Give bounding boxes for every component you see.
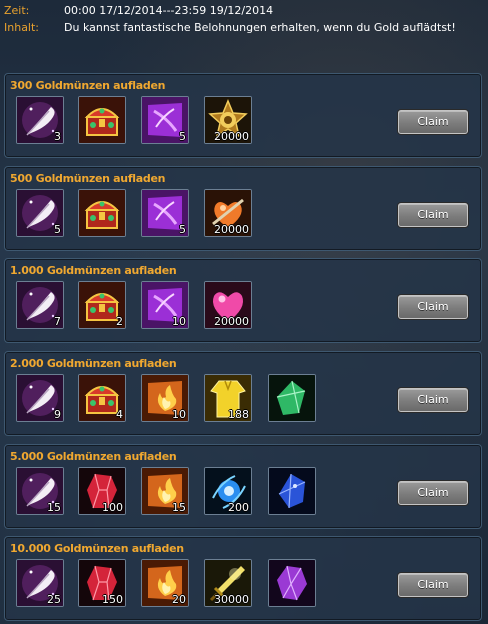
- item-quantity: 15: [47, 501, 61, 514]
- tier-title: 1.000 Goldmünzen aufladen: [10, 264, 177, 277]
- item-quantity: 188: [228, 408, 249, 421]
- tier-title: 2.000 Goldmünzen aufladen: [10, 357, 177, 370]
- reward-item-slot[interactable]: 20000: [204, 96, 252, 144]
- item-quantity: 9: [54, 408, 61, 421]
- reward-item-slot[interactable]: 20: [141, 559, 189, 607]
- reward-item-slot[interactable]: 30000: [204, 559, 252, 607]
- reward-item-slot[interactable]: 5: [141, 189, 189, 237]
- item-quantity: 200: [228, 501, 249, 514]
- item-quantity: 10: [172, 315, 186, 328]
- claim-button[interactable]: Claim: [398, 573, 468, 597]
- event-header: Zeit: 00:00 17/12/2014---23:59 19/12/2014…: [0, 0, 488, 40]
- reward-item-slot[interactable]: [268, 374, 316, 422]
- claim-button[interactable]: Claim: [398, 481, 468, 505]
- reward-item-slot[interactable]: 10: [141, 281, 189, 329]
- item-quantity: 10: [172, 408, 186, 421]
- item-quantity: 3: [54, 130, 61, 143]
- item-quantity: 150: [102, 593, 123, 606]
- item-quantity: 20000: [214, 315, 249, 328]
- time-label: Zeit:: [4, 4, 30, 17]
- item-quantity: 20: [172, 593, 186, 606]
- tier-title: 10.000 Goldmünzen aufladen: [10, 542, 184, 555]
- claim-button[interactable]: Claim: [398, 110, 468, 134]
- reward-item-slot[interactable]: [78, 96, 126, 144]
- reward-item-slot[interactable]: 200: [204, 467, 252, 515]
- reward-tier-panel: 5.000 Goldmünzen aufladen 15 100 15 200 …: [4, 444, 482, 529]
- reward-item-slot[interactable]: [78, 189, 126, 237]
- reward-item-slot[interactable]: [268, 467, 316, 515]
- reward-tier-panel: 2.000 Goldmünzen aufladen 9 4 10 188 Cla…: [4, 351, 482, 436]
- reward-item-slot[interactable]: 4: [78, 374, 126, 422]
- reward-item-slot[interactable]: 20000: [204, 281, 252, 329]
- claim-button[interactable]: Claim: [398, 203, 468, 227]
- tier-title: 500 Goldmünzen aufladen: [10, 172, 166, 185]
- reward-item-slot[interactable]: 188: [204, 374, 252, 422]
- reward-item-slot[interactable]: 10: [141, 374, 189, 422]
- item-quantity: 4: [116, 408, 123, 421]
- time-value: 00:00 17/12/2014---23:59 19/12/2014: [64, 4, 274, 17]
- reward-item-slot[interactable]: [268, 559, 316, 607]
- item-quantity: 5: [179, 223, 186, 236]
- reward-tier-panel: 10.000 Goldmünzen aufladen 25 150 20 300…: [4, 536, 482, 621]
- reward-item-slot[interactable]: 9: [16, 374, 64, 422]
- tier-title: 5.000 Goldmünzen aufladen: [10, 450, 177, 463]
- tier-title: 300 Goldmünzen aufladen: [10, 79, 166, 92]
- content-value: Du kannst fantastische Belohnungen erhal…: [64, 21, 456, 34]
- reward-item-slot[interactable]: 20000: [204, 189, 252, 237]
- reward-item-slot[interactable]: 100: [78, 467, 126, 515]
- item-quantity: 100: [102, 501, 123, 514]
- reward-item-slot[interactable]: 5: [141, 96, 189, 144]
- item-quantity: 20000: [214, 223, 249, 236]
- content-label: Inhalt:: [4, 21, 40, 34]
- item-quantity: 25: [47, 593, 61, 606]
- reward-item-slot[interactable]: 3: [16, 96, 64, 144]
- claim-button[interactable]: Claim: [398, 388, 468, 412]
- reward-item-slot[interactable]: 25: [16, 559, 64, 607]
- reward-item-slot[interactable]: 150: [78, 559, 126, 607]
- reward-item-slot[interactable]: 15: [141, 467, 189, 515]
- reward-item-slot[interactable]: 7: [16, 281, 64, 329]
- item-quantity: 7: [54, 315, 61, 328]
- item-quantity: 30000: [214, 593, 249, 606]
- item-quantity: 2: [116, 315, 123, 328]
- item-quantity: 15: [172, 501, 186, 514]
- reward-item-slot[interactable]: 5: [16, 189, 64, 237]
- item-quantity: 5: [179, 130, 186, 143]
- reward-tier-panel: 1.000 Goldmünzen aufladen 7 2 10 20000 Cl…: [4, 258, 482, 343]
- reward-tier-panel: 500 Goldmünzen aufladen 5 5 20000 Claim: [4, 166, 482, 251]
- claim-button[interactable]: Claim: [398, 295, 468, 319]
- item-quantity: 5: [54, 223, 61, 236]
- reward-tier-panel: 300 Goldmünzen aufladen 3 5 20000 Claim: [4, 73, 482, 158]
- reward-item-slot[interactable]: 2: [78, 281, 126, 329]
- reward-item-slot[interactable]: 15: [16, 467, 64, 515]
- time-row: Zeit: 00:00 17/12/2014---23:59 19/12/2014: [4, 4, 273, 18]
- item-quantity: 20000: [214, 130, 249, 143]
- content-row: Inhalt: Du kannst fantastische Belohnunge…: [4, 21, 456, 35]
